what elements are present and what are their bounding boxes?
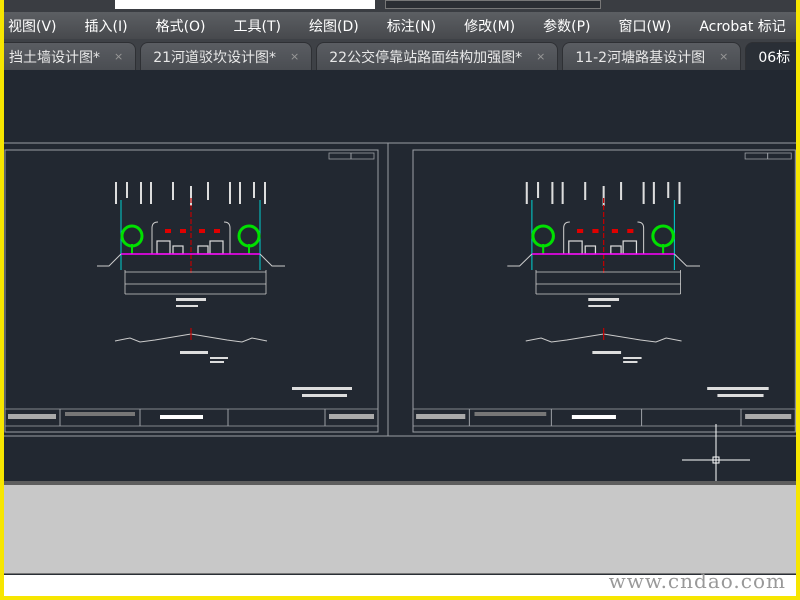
- menu-draw[interactable]: 绘图(D): [295, 16, 373, 36]
- menu-insert[interactable]: 插入(I): [71, 16, 142, 36]
- tab-label: 挡土墙设计图*: [9, 49, 100, 66]
- tab-active[interactable]: 06标: [745, 42, 796, 70]
- crosshair-cursor: [682, 424, 750, 481]
- toolbar-input[interactable]: [115, 0, 375, 9]
- tab-label: 21河道驳坎设计图*: [153, 49, 277, 66]
- menu-dimension[interactable]: 标注(N): [373, 16, 450, 36]
- close-icon[interactable]: ×: [536, 50, 545, 63]
- cad-window: 视图(V) 插入(I) 格式(O) 工具(T) 绘图(D) 标注(N) 修改(M…: [4, 0, 796, 596]
- tab-label: 11-2河塘路基设计图: [575, 49, 706, 66]
- menu-parameters[interactable]: 参数(P): [529, 16, 604, 36]
- drawing-canvas[interactable]: [4, 70, 796, 481]
- drawing-svg: [4, 142, 796, 481]
- menu-window[interactable]: 窗口(W): [605, 16, 686, 36]
- drawing-sheet-left[interactable]: [4, 148, 380, 434]
- drawing-sheet-right[interactable]: [411, 148, 796, 434]
- watermark: www.cndao.com: [608, 569, 786, 593]
- close-icon[interactable]: ×: [719, 50, 728, 63]
- tab-label: 06标: [758, 49, 791, 66]
- document-tabs: 挡土墙设计图* × 21河道驳坎设计图* × 22公交停靠站路面结构加强图* × 11…: [4, 39, 796, 70]
- tab-river-revetment[interactable]: 21河道驳坎设计图* ×: [140, 42, 313, 70]
- tab-bus-stop[interactable]: 22公交停靠站路面结构加强图* ×: [316, 42, 559, 70]
- tab-label: 22公交停靠站路面结构加强图*: [329, 49, 523, 66]
- close-icon[interactable]: ×: [290, 50, 299, 63]
- command-area[interactable]: [4, 485, 796, 574]
- tab-retaining-wall[interactable]: 挡土墙设计图* ×: [4, 42, 137, 70]
- top-toolbar-strip: [4, 0, 796, 12]
- menu-modify[interactable]: 修改(M): [450, 16, 529, 36]
- status-strip: www.cndao.com: [4, 569, 796, 596]
- menu-view[interactable]: 视图(V): [4, 16, 71, 36]
- menu-format[interactable]: 格式(O): [142, 16, 220, 36]
- menu-acrobat[interactable]: Acrobat 标记: [685, 16, 796, 36]
- menu-tools[interactable]: 工具(T): [220, 16, 295, 36]
- close-icon[interactable]: ×: [114, 50, 123, 63]
- toolbar-dropdown[interactable]: [385, 0, 601, 9]
- menu-bar: 视图(V) 插入(I) 格式(O) 工具(T) 绘图(D) 标注(N) 修改(M…: [4, 12, 796, 39]
- tab-pond-subgrade[interactable]: 11-2河塘路基设计图 ×: [562, 42, 742, 70]
